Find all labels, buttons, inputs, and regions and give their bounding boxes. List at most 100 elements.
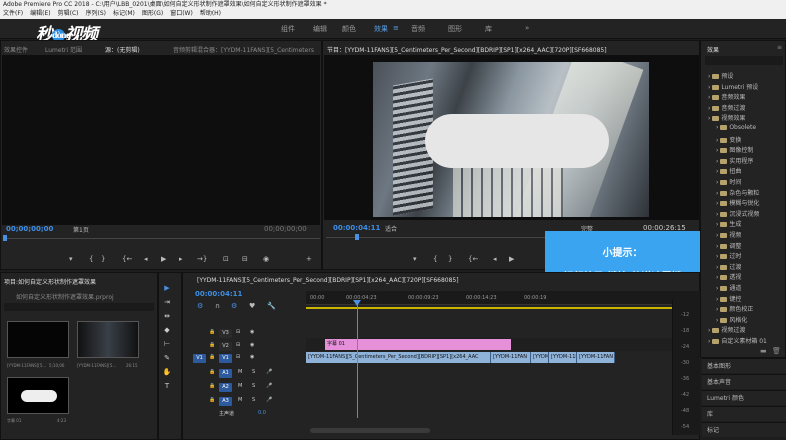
effects-item[interactable]: › 过渡: [708, 262, 741, 271]
lock-icon[interactable]: 🔒: [209, 383, 215, 389]
effects-item[interactable]: › 杂色与颗粒: [708, 188, 759, 197]
goto-in-icon[interactable]: {←: [122, 255, 132, 263]
effects-item[interactable]: › 沉浸式视频: [708, 209, 759, 218]
video-clip-5[interactable]: [YYDM-11FAN: [577, 352, 615, 363]
eye-icon[interactable]: ◉: [250, 354, 254, 360]
sync-icon[interactable]: ⊟: [236, 329, 240, 335]
wrench-icon[interactable]: 🔧: [267, 302, 276, 310]
snap-icon[interactable]: ∩: [215, 302, 220, 310]
program-goto-in-icon[interactable]: {←: [468, 255, 478, 263]
menu-help[interactable]: 帮助(H): [200, 10, 221, 17]
effects-item[interactable]: › 时间: [708, 177, 741, 186]
source-playhead[interactable]: [3, 235, 7, 241]
mark-out-icon[interactable]: {: [89, 255, 93, 263]
mic-icon[interactable]: 🎤: [266, 369, 272, 375]
program-in-icon[interactable]: {: [433, 255, 437, 263]
section-essential-sound[interactable]: 基本声音: [702, 374, 786, 389]
effects-item[interactable]: › 生成: [708, 219, 741, 228]
mute-button[interactable]: M: [238, 383, 242, 389]
effects-item[interactable]: › 透视: [708, 272, 741, 281]
insert-icon[interactable]: ⊡: [223, 255, 229, 263]
timeline-playhead[interactable]: [357, 300, 358, 418]
effects-menu-icon[interactable]: ≡: [777, 44, 782, 51]
track-label-a2[interactable]: A2: [219, 383, 232, 392]
type-tool-icon[interactable]: T: [162, 381, 172, 391]
lock-icon[interactable]: 🔒: [209, 329, 215, 335]
effects-item[interactable]: › 视频: [708, 230, 741, 239]
source-timecode[interactable]: 00;00;00;00: [6, 225, 53, 233]
program-playhead[interactable]: [355, 234, 359, 240]
project-thumb-2[interactable]: [77, 321, 139, 358]
menu-file[interactable]: 文件(F): [3, 10, 23, 17]
timeline-scrollbar[interactable]: [310, 428, 430, 433]
overwrite-icon[interactable]: ⊟: [242, 255, 248, 263]
tab-audio-clip-mixer[interactable]: 音频剪辑混合器：[YYDM-11FANS][5_Centimeters: [173, 45, 314, 54]
workspace-color[interactable]: 颜色: [342, 24, 356, 34]
menu-graphics[interactable]: 图形(G): [142, 10, 163, 17]
solo-button[interactable]: S: [252, 397, 255, 403]
workspace-graphics[interactable]: 图形: [448, 24, 462, 34]
effects-item[interactable]: › 扭曲: [708, 166, 741, 175]
workspace-audio[interactable]: 音频: [411, 24, 425, 34]
effects-item[interactable]: › 调整: [708, 241, 741, 250]
section-libraries[interactable]: 库: [702, 406, 786, 421]
ripple-edit-tool-icon[interactable]: ⇹: [162, 311, 172, 321]
slip-tool-icon[interactable]: ⊢: [162, 339, 172, 349]
tab-lumetri-scopes[interactable]: Lumetri 范围: [45, 45, 82, 54]
tab-source[interactable]: 源：(无剪辑): [105, 45, 140, 54]
program-step-back-icon[interactable]: ◂: [493, 255, 497, 263]
section-lumetri-color[interactable]: Lumetri 颜色: [702, 390, 786, 405]
effects-item[interactable]: › Obsolete: [708, 124, 756, 131]
master-volume[interactable]: 0.0: [258, 410, 266, 416]
work-area-bar[interactable]: [306, 307, 672, 309]
solo-button[interactable]: S: [252, 383, 255, 389]
tab-effect-controls[interactable]: 效果控件: [4, 45, 28, 54]
effects-item[interactable]: › 过时: [708, 251, 741, 260]
video-clip-4[interactable]: [YYDM-11FAN: [549, 352, 577, 363]
sync-icon[interactable]: ⊟: [236, 342, 240, 348]
track-label-v3[interactable]: V3: [219, 329, 232, 338]
lock-icon[interactable]: 🔒: [209, 397, 215, 403]
effects-item[interactable]: › 变换: [708, 135, 741, 144]
step-forward-icon[interactable]: ▸: [179, 255, 183, 263]
timeline-timecode[interactable]: 00:00:04:11: [195, 290, 242, 298]
effects-item[interactable]: › 视频效果: [708, 113, 745, 122]
delete-icon[interactable]: 🗑: [772, 347, 781, 355]
lock-icon[interactable]: 🔒: [209, 354, 215, 360]
fit-dropdown[interactable]: 适合: [385, 224, 397, 233]
effects-item[interactable]: › 键控: [708, 294, 741, 303]
lock-icon[interactable]: 🔒: [209, 369, 215, 375]
step-back-icon[interactable]: ◂: [144, 255, 148, 263]
effects-search-input[interactable]: [705, 56, 783, 65]
source-scrubber[interactable]: [4, 238, 320, 239]
effects-item[interactable]: › 视频过渡: [708, 325, 745, 334]
title-clip[interactable]: 字幕 01: [325, 339, 511, 350]
section-essential-graphics[interactable]: 基本图形: [702, 358, 786, 373]
lock-icon[interactable]: 🔒: [209, 342, 215, 348]
source-page-select[interactable]: 第1页: [73, 225, 89, 234]
video-clip-2[interactable]: [YYDM-11FAN: [491, 352, 531, 363]
effects-item[interactable]: › 实用程序: [708, 156, 753, 165]
program-marker-icon[interactable]: ▾: [413, 255, 417, 263]
menu-clip[interactable]: 剪辑(C): [58, 10, 79, 17]
add-marker-icon[interactable]: ♥: [249, 302, 255, 310]
workspace-editing[interactable]: 编辑: [313, 24, 327, 34]
source-patch-v1[interactable]: V1: [193, 354, 206, 363]
effects-item[interactable]: › 通道: [708, 283, 741, 292]
video-clip-1[interactable]: [YYDM-11FANS][5_Centimeters_Per_Second][…: [306, 352, 491, 363]
track-select-tool-icon[interactable]: ⇥: [162, 297, 172, 307]
mute-button[interactable]: M: [238, 369, 242, 375]
workspace-libraries[interactable]: 库: [485, 24, 492, 34]
menu-sequence[interactable]: 序列(S): [86, 10, 107, 17]
program-play-icon[interactable]: ▶: [509, 255, 514, 263]
play-icon[interactable]: ▶: [161, 255, 166, 263]
timeline-ruler[interactable]: 00:00 00:00:04:23 00:00:09:23 00:00:14:2…: [306, 291, 700, 305]
track-label-v1[interactable]: V1: [219, 354, 232, 363]
project-thumb-1[interactable]: [7, 321, 69, 358]
mic-icon[interactable]: 🎤: [266, 397, 272, 403]
workspace-more-button[interactable]: »: [525, 24, 529, 32]
razor-tool-icon[interactable]: ◆: [162, 325, 172, 335]
workspace-effects[interactable]: 效果: [374, 24, 388, 34]
nest-icon[interactable]: ⚙: [197, 302, 203, 310]
selection-tool-icon[interactable]: ▶: [162, 283, 172, 293]
